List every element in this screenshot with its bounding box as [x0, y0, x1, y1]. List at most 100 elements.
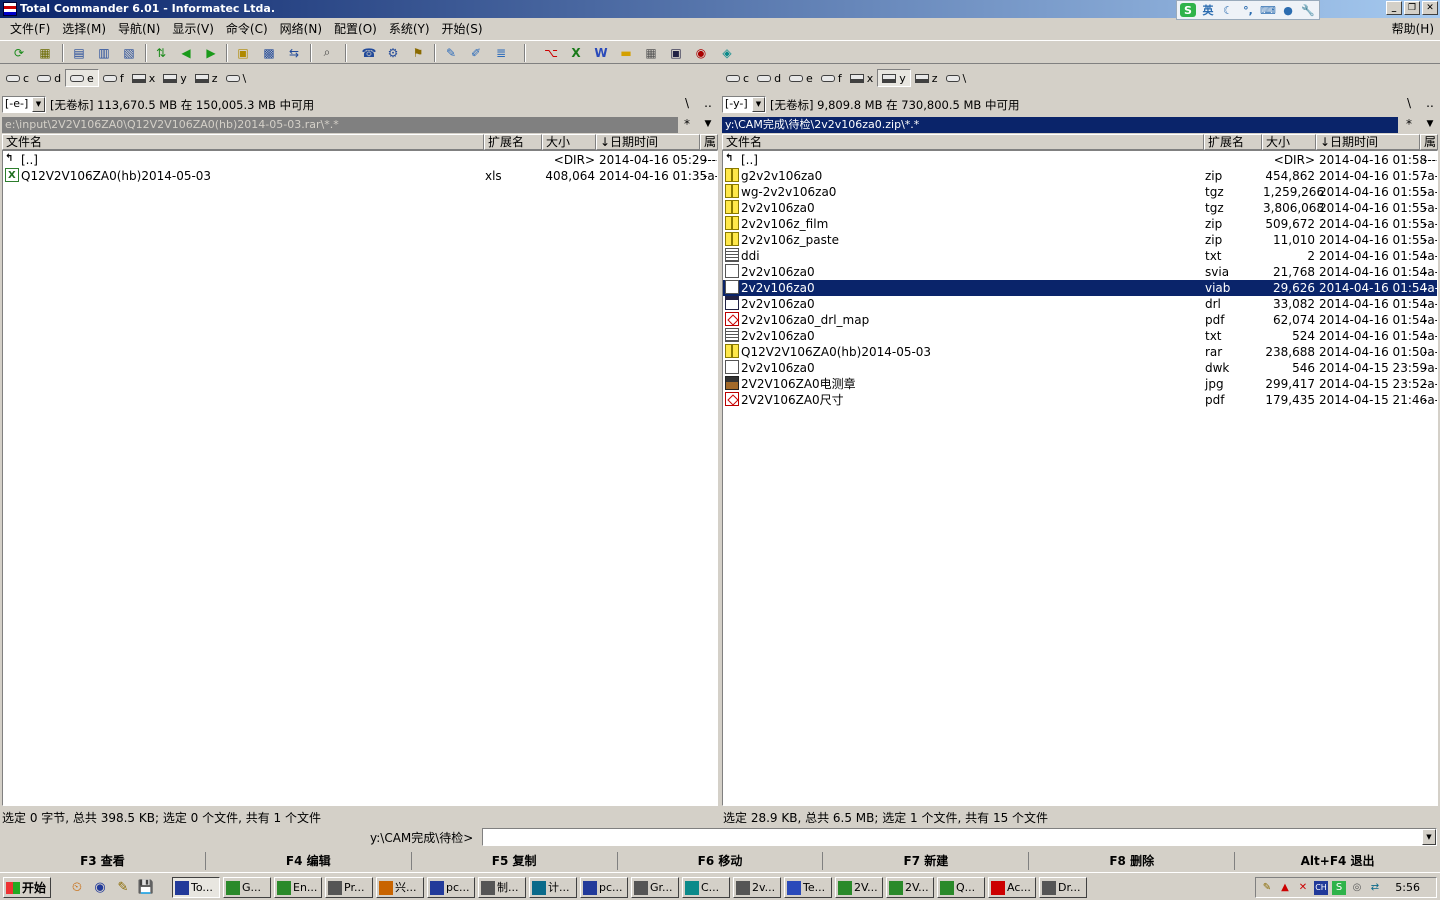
multi-rename-icon[interactable]: ≣ [492, 44, 510, 61]
net-icon[interactable]: ⚑ [409, 44, 427, 61]
full-view-icon[interactable]: ▥ [95, 44, 113, 61]
ime-lang-toggle[interactable]: 英 [1200, 3, 1216, 17]
file-row[interactable]: 2v2v106za0 txt 524 2014-04-16 01:54 -a- [723, 328, 1437, 344]
taskbar-button[interactable]: pc... [580, 877, 628, 898]
right-file-list[interactable]: ↰[..]<DIR>2014-04-16 01:58----g2v2v106za… [722, 150, 1438, 806]
right-history-button[interactable]: ▼ [1421, 116, 1439, 134]
folder-icon[interactable]: ▬ [617, 44, 635, 61]
right-drive-combo[interactable]: [-y-] ▼ [722, 96, 766, 113]
command-history-button[interactable]: ▼ [1422, 829, 1436, 845]
header-date[interactable]: ↓日期时间 [596, 134, 700, 150]
header-ext[interactable]: 扩展名 [484, 134, 542, 150]
file-row[interactable]: 2v2v106za0 tgz 3,806,068 2014-04-16 01:55 -a… [723, 200, 1437, 216]
refresh-icon[interactable]: ⟳ [10, 44, 28, 61]
left-drive-f[interactable]: f [99, 69, 128, 87]
thumbnail-icon[interactable]: ▦ [36, 44, 54, 61]
taskbar-button[interactable]: Dr... [1039, 877, 1087, 898]
sync-icon[interactable]: ⇆ [285, 44, 303, 61]
menu-net[interactable]: 网络(N) [274, 20, 328, 37]
header-size[interactable]: 大小 [542, 134, 596, 150]
tree-view-icon[interactable]: ▧ [120, 44, 138, 61]
file-row[interactable]: wg-2v2v106za0 tgz 1,259,266 2014-04-16 01:5… [723, 184, 1437, 200]
left-drive-y[interactable]: y [159, 69, 191, 87]
file-row[interactable]: 2V2V106ZA0尺寸 pdf 179,435 2014-04-15 21:46 -a… [723, 392, 1437, 408]
taskbar-button[interactable]: To... [172, 877, 220, 898]
file-row[interactable]: 2V2V106ZA0电测章 jpg 299,417 2014-04-15 23:52-… [723, 376, 1437, 392]
ftp-icon[interactable]: ☎ [360, 44, 378, 61]
altf4-exit-button[interactable]: Alt+F4 退出 [1235, 852, 1440, 870]
taskbar-button[interactable]: G... [223, 877, 271, 898]
left-history-button[interactable]: ▼ [699, 116, 717, 134]
ftp-new-icon[interactable]: ⚙ [384, 44, 402, 61]
right-drive-x[interactable]: x [846, 69, 878, 87]
close-tray-icon[interactable]: ✕ [1296, 881, 1310, 895]
taskbar-button[interactable]: 2V... [886, 877, 934, 898]
file-row[interactable]: 2v2v106z_film zip 509,672 2014-04-16 01:55-… [723, 216, 1437, 232]
app4-icon[interactable]: ◈ [718, 44, 736, 61]
file-row[interactable]: 2v2v106za0_drl_map pdf 62,074 2014-04-16 01… [723, 312, 1437, 328]
floppy-icon[interactable]: 💾 [137, 879, 155, 897]
menu-commands[interactable]: 命令(C) [220, 20, 274, 37]
unpack-icon[interactable]: ▩ [260, 44, 278, 61]
sogou-tray-icon[interactable]: S [1332, 881, 1346, 895]
taskbar-button[interactable]: En... [274, 877, 322, 898]
minimize-button[interactable]: _ [1386, 1, 1402, 15]
file-row[interactable]: 2v2v106z_paste zip 11,010 2014-04-16 01:55-… [723, 232, 1437, 248]
swap-icon[interactable]: ⇅ [152, 44, 170, 61]
back-icon[interactable]: ◀ [177, 44, 195, 61]
file-row[interactable]: Q12V2V106ZA0(hb)2014-05-03 rar 238,688 2014… [723, 344, 1437, 360]
f6-move-button[interactable]: F6 移动 [618, 852, 824, 870]
f4-edit-button[interactable]: F4 编辑 [206, 852, 412, 870]
right-drive-e[interactable]: e [785, 69, 817, 87]
header-size[interactable]: 大小 [1262, 134, 1316, 150]
file-row[interactable]: 2v2v106za0 drl 33,082 2014-04-16 01:54 -a- [723, 296, 1437, 312]
header-attr[interactable]: 属 [700, 134, 718, 150]
menu-system[interactable]: 系统(Y) [383, 20, 436, 37]
file-row[interactable]: 2v2v106za0 svia 21,768 2014-04-16 01:54 -a- [723, 264, 1437, 280]
taskbar-button[interactable]: 2V... [835, 877, 883, 898]
taskbar-button[interactable]: Pr... [325, 877, 373, 898]
copy-names-icon[interactable]: ✐ [467, 44, 485, 61]
brief-view-icon[interactable]: ▤ [70, 44, 88, 61]
f3-view-button[interactable]: F3 查看 [0, 852, 206, 870]
menu-mark[interactable]: 选择(M) [56, 20, 112, 37]
right-drive-z[interactable]: z [911, 69, 942, 87]
taskbar-button[interactable]: 计... [529, 877, 577, 898]
globe-icon[interactable]: ◉ [91, 879, 109, 897]
wrench-icon[interactable]: 🔧 [1300, 3, 1316, 17]
file-row[interactable]: ↰ [..] <DIR> 2014-04-16 01:58---- [723, 152, 1437, 168]
right-drive-c[interactable]: c [722, 69, 753, 87]
user-icon[interactable]: ● [1280, 3, 1296, 17]
clock-icon[interactable]: ⏲ [68, 879, 86, 897]
right-drive-f[interactable]: f [817, 69, 846, 87]
ime-toolbar[interactable]: S 英 ☾ °, ⌨ ● 🔧 [1176, 0, 1320, 20]
keyboard-icon[interactable]: ⌨ [1260, 3, 1276, 17]
taskbar-button[interactable]: 兴... [376, 877, 424, 898]
close-button[interactable]: ✕ [1422, 1, 1438, 15]
header-name[interactable]: 文件名 [722, 134, 1204, 150]
left-network-root[interactable]: \ [222, 69, 251, 87]
header-date[interactable]: ↓日期时间 [1316, 134, 1420, 150]
header-name[interactable]: 文件名 [2, 134, 484, 150]
f7-newfolder-button[interactable]: F7 新建 [823, 852, 1030, 870]
left-path[interactable]: e:\input\2V2V106ZA0\Q12V2V106ZA0(hb)2014… [2, 117, 678, 133]
f5-copy-button[interactable]: F5 复制 [412, 852, 618, 870]
menu-file[interactable]: 文件(F) [4, 20, 56, 37]
header-attr[interactable]: 属 [1420, 134, 1438, 150]
taskbar-button[interactable]: Gr... [631, 877, 679, 898]
left-file-list[interactable]: ↰[..]<DIR>2014-04-16 05:29----Q12V2V106Z… [2, 150, 718, 806]
network-tray-icon[interactable]: ⇄ [1368, 881, 1382, 895]
right-path[interactable]: y:\CAM完成\待检\2v2v106za0.zip\*.* [722, 117, 1398, 133]
app-icon[interactable] [3, 2, 17, 16]
taskbar-button[interactable]: 制... [478, 877, 526, 898]
punctuation-icon[interactable]: °, [1240, 3, 1256, 17]
forward-icon[interactable]: ▶ [202, 44, 220, 61]
left-drive-e[interactable]: e [65, 69, 99, 87]
taskbar-button[interactable]: Te... [784, 877, 832, 898]
file-row[interactable]: ddi txt 2 2014-04-16 01:54 -a- [723, 248, 1437, 264]
file-row[interactable]: Q12V2V106ZA0(hb)2014-05-03 xls 408,064 2014… [3, 168, 717, 184]
taskbar-button[interactable]: C... [682, 877, 730, 898]
restore-button[interactable]: ❐ [1404, 1, 1420, 15]
file-row-selected[interactable]: 2v2v106za0 viab 29,626 2014-04-16 01:54 -a- [723, 280, 1437, 296]
f8-delete-button[interactable]: F8 删除 [1029, 852, 1236, 870]
